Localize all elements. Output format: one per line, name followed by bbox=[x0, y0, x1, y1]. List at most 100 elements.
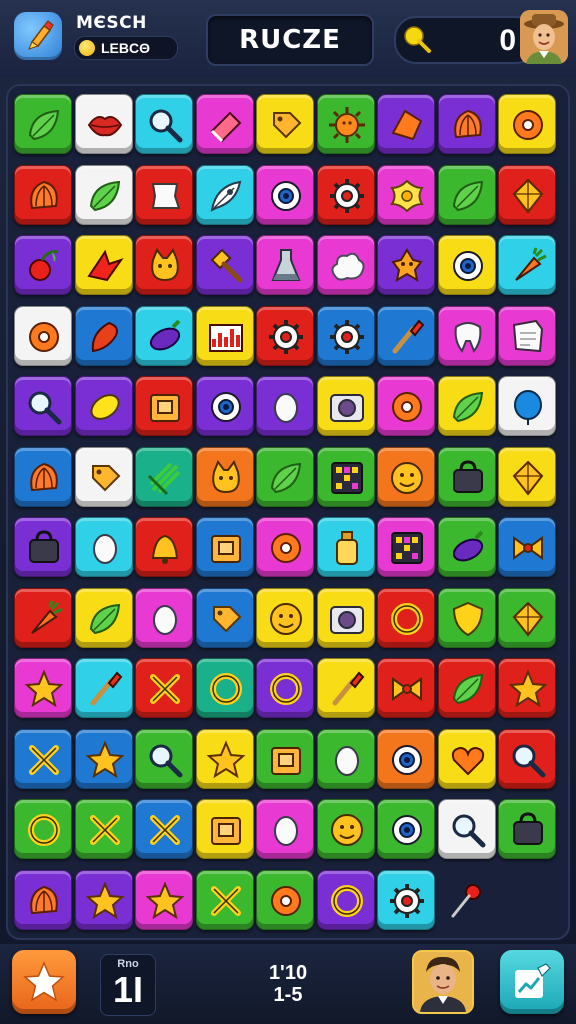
tile-white-donut[interactable] bbox=[14, 305, 72, 366]
tile-red-bell[interactable] bbox=[135, 517, 193, 577]
tile-yellow-camera[interactable] bbox=[316, 587, 375, 648]
tile-red-box[interactable] bbox=[135, 376, 193, 436]
tile-magenta-eraser[interactable] bbox=[195, 94, 254, 154]
tile-magenta-donut[interactable] bbox=[377, 376, 435, 436]
tile-white-tag[interactable] bbox=[74, 446, 133, 507]
tile-purple-shell[interactable] bbox=[14, 869, 72, 930]
tile-green-bag[interactable] bbox=[437, 446, 496, 507]
tile-yellow-gem[interactable] bbox=[498, 446, 556, 507]
tile-blue-x[interactable] bbox=[135, 799, 193, 859]
paintbrush-logo-icon[interactable] bbox=[14, 12, 62, 60]
tile-cyan-gear[interactable] bbox=[377, 869, 435, 930]
tile-white-balloon[interactable] bbox=[498, 376, 556, 436]
tile-purple-cherry[interactable] bbox=[14, 235, 72, 295]
tile-cyan-feather[interactable] bbox=[195, 164, 254, 225]
tile-magenta-tooth[interactable] bbox=[437, 305, 496, 366]
tile-purple-eye[interactable] bbox=[195, 376, 254, 436]
tile-yellow-leaf[interactable] bbox=[437, 376, 496, 436]
tile-orange-eye[interactable] bbox=[377, 728, 435, 789]
tile-purple-hammer[interactable] bbox=[195, 235, 254, 295]
tile-yellow-donut[interactable] bbox=[498, 94, 556, 154]
tile-teal-bamboo[interactable] bbox=[135, 446, 193, 507]
tile-blue-shell[interactable] bbox=[14, 446, 72, 507]
tile-cyan-bottle[interactable] bbox=[316, 517, 375, 577]
friend-avatar[interactable] bbox=[412, 950, 474, 1014]
tile-blue-bow[interactable] bbox=[498, 517, 556, 577]
tile-magenta-paper[interactable] bbox=[498, 305, 556, 366]
tile-yellow-camera[interactable] bbox=[316, 376, 375, 436]
tile-white-lips[interactable] bbox=[74, 94, 133, 154]
tile-red-cloth[interactable] bbox=[135, 164, 193, 225]
tile-red-bow[interactable] bbox=[377, 658, 435, 718]
tile-blue-tag[interactable] bbox=[195, 587, 254, 648]
tile-purple-shell[interactable] bbox=[437, 94, 496, 154]
tile-magenta-donut[interactable] bbox=[256, 517, 314, 577]
tile-magenta-eye[interactable] bbox=[256, 164, 314, 225]
tile-blue-chili[interactable] bbox=[74, 305, 133, 366]
tile-purple-star[interactable] bbox=[74, 869, 133, 930]
tile-green-leaf[interactable] bbox=[14, 94, 72, 154]
tile-red-star[interactable] bbox=[498, 658, 556, 718]
tile-red-cat[interactable] bbox=[135, 235, 193, 295]
tile-blue-gear[interactable] bbox=[316, 305, 375, 366]
tile-green-box[interactable] bbox=[256, 728, 314, 789]
tile-green-egg[interactable] bbox=[316, 728, 375, 789]
tile-blue-box[interactable] bbox=[195, 517, 254, 577]
tile-yellow-leaf[interactable] bbox=[74, 587, 133, 648]
tile-green-eggplant[interactable] bbox=[437, 517, 496, 577]
tile-magenta-star[interactable] bbox=[14, 658, 72, 718]
tile-purple-magnifier[interactable] bbox=[14, 376, 72, 436]
tile-yellow-bird[interactable] bbox=[74, 235, 133, 295]
tile-cyan-eggplant[interactable] bbox=[135, 305, 193, 366]
tile-purple-ring[interactable] bbox=[316, 869, 375, 930]
tile-yellow-face[interactable] bbox=[256, 587, 314, 648]
star-button[interactable] bbox=[12, 950, 76, 1014]
edit-button[interactable] bbox=[500, 950, 564, 1014]
tile-yellow-brush[interactable] bbox=[316, 658, 375, 718]
tile-yellow-eye[interactable] bbox=[437, 235, 496, 295]
tile-magenta-egg[interactable] bbox=[256, 799, 314, 859]
tile-green-bag[interactable] bbox=[498, 799, 556, 859]
tile-red-magnifier[interactable] bbox=[498, 728, 556, 789]
tile-green-x[interactable] bbox=[195, 869, 254, 930]
tile-red-gear[interactable] bbox=[256, 305, 314, 366]
tile-yellow-star[interactable] bbox=[195, 728, 254, 789]
tile-blue-x[interactable] bbox=[14, 728, 72, 789]
tile-red-leaf[interactable] bbox=[437, 658, 496, 718]
tile-magenta-grid[interactable] bbox=[377, 517, 435, 577]
tile-purple-egg[interactable] bbox=[256, 376, 314, 436]
tile-purple-shard[interactable] bbox=[377, 94, 435, 154]
tile-green-magnifier[interactable] bbox=[135, 728, 193, 789]
tile-red-x[interactable] bbox=[135, 658, 193, 718]
tile-yellow-tag[interactable] bbox=[256, 94, 314, 154]
tile-red-ring[interactable] bbox=[377, 587, 435, 648]
tile-green-leaf[interactable] bbox=[256, 446, 314, 507]
tile-red-gem[interactable] bbox=[498, 164, 556, 225]
tile-yellow-heart[interactable] bbox=[437, 728, 496, 789]
tile-purple-bag[interactable] bbox=[14, 517, 72, 577]
tile-purple-lemon[interactable] bbox=[74, 376, 133, 436]
tile-magenta-cloud[interactable] bbox=[316, 235, 375, 295]
tile-orange-cat[interactable] bbox=[195, 446, 254, 507]
tile-empty-pin[interactable] bbox=[438, 870, 496, 930]
tile-purple-mask[interactable] bbox=[377, 235, 435, 295]
tile-cyan-brush[interactable] bbox=[74, 658, 133, 718]
tile-white-magnifier[interactable] bbox=[437, 799, 496, 859]
tile-magenta-flask[interactable] bbox=[256, 235, 314, 295]
player-avatar[interactable] bbox=[520, 10, 568, 64]
tile-magenta-star[interactable] bbox=[135, 869, 193, 930]
tile-magenta-flower[interactable] bbox=[377, 164, 435, 225]
tile-blue-brush[interactable] bbox=[377, 305, 435, 366]
tile-purple-ring[interactable] bbox=[256, 658, 314, 718]
tile-green-ring[interactable] bbox=[14, 799, 72, 859]
tile-green-sun-gear[interactable] bbox=[316, 94, 375, 154]
tile-yellow-chart[interactable] bbox=[195, 305, 254, 366]
tile-yellow-box[interactable] bbox=[195, 799, 254, 859]
tile-orange-face[interactable] bbox=[377, 446, 435, 507]
tile-red-shell[interactable] bbox=[14, 164, 72, 225]
tile-red-gear[interactable] bbox=[316, 164, 375, 225]
tile-teal-ring[interactable] bbox=[195, 658, 254, 718]
tile-green-x[interactable] bbox=[74, 799, 133, 859]
tile-green-face[interactable] bbox=[316, 799, 375, 859]
tile-magenta-egg[interactable] bbox=[135, 587, 193, 648]
